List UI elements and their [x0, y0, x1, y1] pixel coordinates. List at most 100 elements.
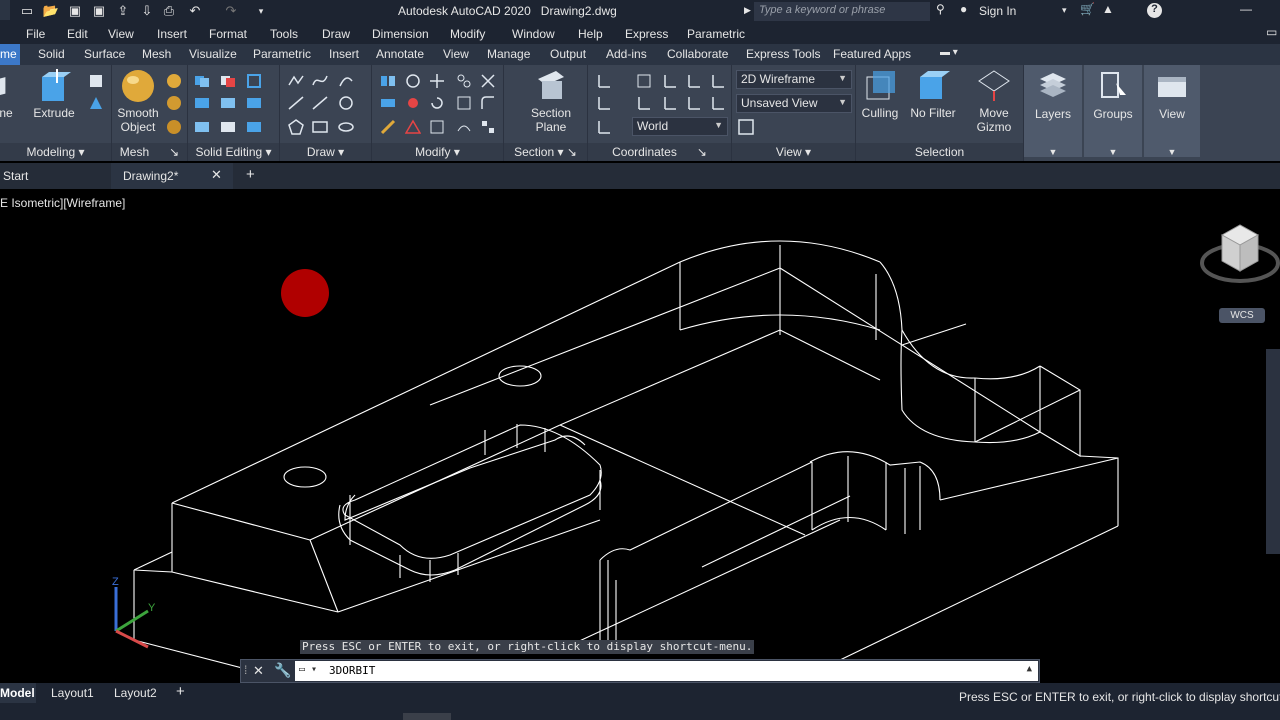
layout1-tab[interactable]: Layout1 [51, 686, 94, 700]
command-prompt-icon[interactable]: ▭ ▾ [299, 664, 317, 675]
qat-dropdown-icon[interactable]: ▾ [250, 1, 272, 21]
rotate-icon[interactable] [429, 95, 445, 111]
panel-selection-title[interactable]: Selection [856, 143, 1023, 161]
ucs-named-icon[interactable] [596, 119, 612, 135]
subtract-icon[interactable] [220, 73, 236, 89]
tab-express-tools[interactable]: Express Tools [746, 47, 820, 61]
panel-modify-title[interactable]: Modify ▾ [372, 143, 503, 161]
start-tab[interactable]: Start [3, 163, 28, 189]
mesh-refine-icon[interactable] [166, 119, 182, 135]
separate-icon[interactable] [246, 119, 262, 135]
slice-icon[interactable] [220, 95, 236, 111]
menu-file[interactable]: File [26, 27, 45, 41]
navigation-bar[interactable] [1266, 349, 1280, 554]
ucs-icon[interactable] [596, 73, 612, 89]
ucs-object-icon[interactable] [636, 95, 652, 111]
menu-dimension[interactable]: Dimension [372, 27, 429, 41]
align-icon[interactable] [380, 95, 396, 111]
mirror3d-icon[interactable] [380, 73, 396, 89]
explode-icon[interactable] [480, 119, 496, 135]
new-layout-icon[interactable]: + [176, 683, 185, 700]
ucs-face-icon[interactable] [662, 95, 678, 111]
mesh-smooth-more-icon[interactable] [166, 73, 182, 89]
command-input[interactable]: ▭ ▾ 3DORBIT ▲ [295, 661, 1038, 681]
close-command-icon[interactable]: ✕ [253, 663, 264, 679]
ribbon-options-icon[interactable]: ▬ ▾ [940, 47, 958, 58]
tab-featured-apps[interactable]: Featured Apps [833, 47, 911, 61]
menu-format[interactable]: Format [209, 27, 247, 41]
drawing-viewport[interactable]: E Isometric][Wireframe] Z Y WCS [0, 189, 1280, 683]
open-web-icon[interactable]: ⇪ [112, 1, 134, 21]
ray-icon[interactable] [312, 95, 328, 111]
user-icon[interactable]: ● [960, 2, 967, 16]
tab-surface[interactable]: Surface [84, 47, 125, 61]
model-tab[interactable]: Model [0, 683, 36, 703]
mesh-smooth-less-icon[interactable] [166, 95, 182, 111]
shell-icon[interactable] [220, 119, 236, 135]
panel-solid-editing-title[interactable]: Solid Editing ▾ [188, 143, 279, 161]
plot-icon[interactable]: ⎙ [158, 1, 180, 21]
panel-view-title[interactable]: View ▾ [732, 143, 855, 161]
new-icon[interactable]: ▭ [16, 1, 38, 21]
interfere-icon[interactable] [194, 95, 210, 111]
no-filter-button[interactable]: No Filter [908, 69, 958, 120]
viewcube-icon[interactable] [1200, 221, 1280, 291]
viewport-config-icon[interactable] [738, 119, 754, 135]
scale-icon[interactable] [456, 95, 472, 111]
save-icon[interactable]: ▣ [64, 1, 86, 21]
tab-solid[interactable]: Solid [38, 47, 65, 61]
thicken-icon[interactable] [246, 95, 262, 111]
imprint-icon[interactable] [194, 119, 210, 135]
ucs-x-icon[interactable] [710, 73, 726, 89]
sign-in-dropdown-icon[interactable]: ▾ [1062, 5, 1067, 16]
ucs-view-icon[interactable] [596, 95, 612, 111]
layers-button[interactable]: Layers ▼ [1024, 65, 1082, 157]
array-icon[interactable] [456, 73, 472, 89]
panel-mesh-title[interactable]: Mesh ↘ [112, 143, 187, 161]
command-history-icon[interactable]: ▲ [1027, 664, 1032, 674]
move-gizmo-button[interactable]: Move Gizmo [972, 69, 1016, 134]
pencil-icon[interactable] [380, 119, 396, 135]
tab-insert[interactable]: Insert [329, 47, 359, 61]
polyline-icon[interactable] [288, 73, 304, 89]
tab-manage[interactable]: Manage [487, 47, 530, 61]
trim-icon[interactable] [480, 73, 496, 89]
sweep-icon[interactable] [88, 95, 104, 111]
status-scrollbar[interactable] [403, 713, 451, 720]
fillet-icon[interactable] [480, 95, 496, 111]
intersect-icon[interactable] [246, 73, 262, 89]
save-as-icon[interactable]: ▣ [88, 1, 110, 21]
culling-button[interactable]: Culling [858, 69, 902, 120]
circle-icon[interactable] [338, 95, 354, 111]
minimize-icon[interactable]: — [1240, 2, 1252, 16]
wcs-menu[interactable]: WCS [1219, 308, 1265, 323]
close-tab-icon[interactable]: ✕ [211, 167, 222, 183]
tab-visualize[interactable]: Visualize [189, 47, 237, 61]
tab-parametric[interactable]: Parametric [253, 47, 311, 61]
tab-collaborate[interactable]: Collaborate [667, 47, 728, 61]
menu-help[interactable]: Help [578, 27, 603, 41]
menu-insert[interactable]: Insert [157, 27, 187, 41]
app-menu-edge[interactable] [0, 0, 10, 20]
triangle-icon[interactable] [405, 119, 421, 135]
stretch-icon[interactable] [429, 119, 445, 135]
menu-tools[interactable]: Tools [270, 27, 298, 41]
ucs-dropdown[interactable]: World ▼ [632, 117, 728, 136]
offset-icon[interactable] [456, 119, 472, 135]
a360-icon[interactable]: ▲ [1102, 2, 1114, 16]
redo-icon[interactable]: ↷ [220, 1, 242, 21]
drawing-tab[interactable]: Drawing2* ✕ [111, 163, 233, 189]
tab-addins[interactable]: Add-ins [606, 47, 647, 61]
box-button[interactable]: ne [0, 69, 16, 120]
rotate3d-icon[interactable] [405, 73, 421, 89]
customize-wrench-icon[interactable]: 🔧 [274, 662, 291, 679]
tab-view[interactable]: View [443, 47, 469, 61]
smooth-object-button[interactable]: Smooth Object [116, 69, 160, 134]
section-plane-button[interactable]: Section Plane [528, 69, 574, 134]
menu-express[interactable]: Express [625, 27, 668, 41]
search-input[interactable]: Type a keyword or phrase [754, 2, 930, 21]
named-view-dropdown[interactable]: Unsaved View ▼ [736, 94, 852, 113]
tab-output[interactable]: Output [550, 47, 586, 61]
loft-icon[interactable] [88, 73, 104, 89]
visual-style-dropdown[interactable]: 2D Wireframe ▼ [736, 70, 852, 89]
